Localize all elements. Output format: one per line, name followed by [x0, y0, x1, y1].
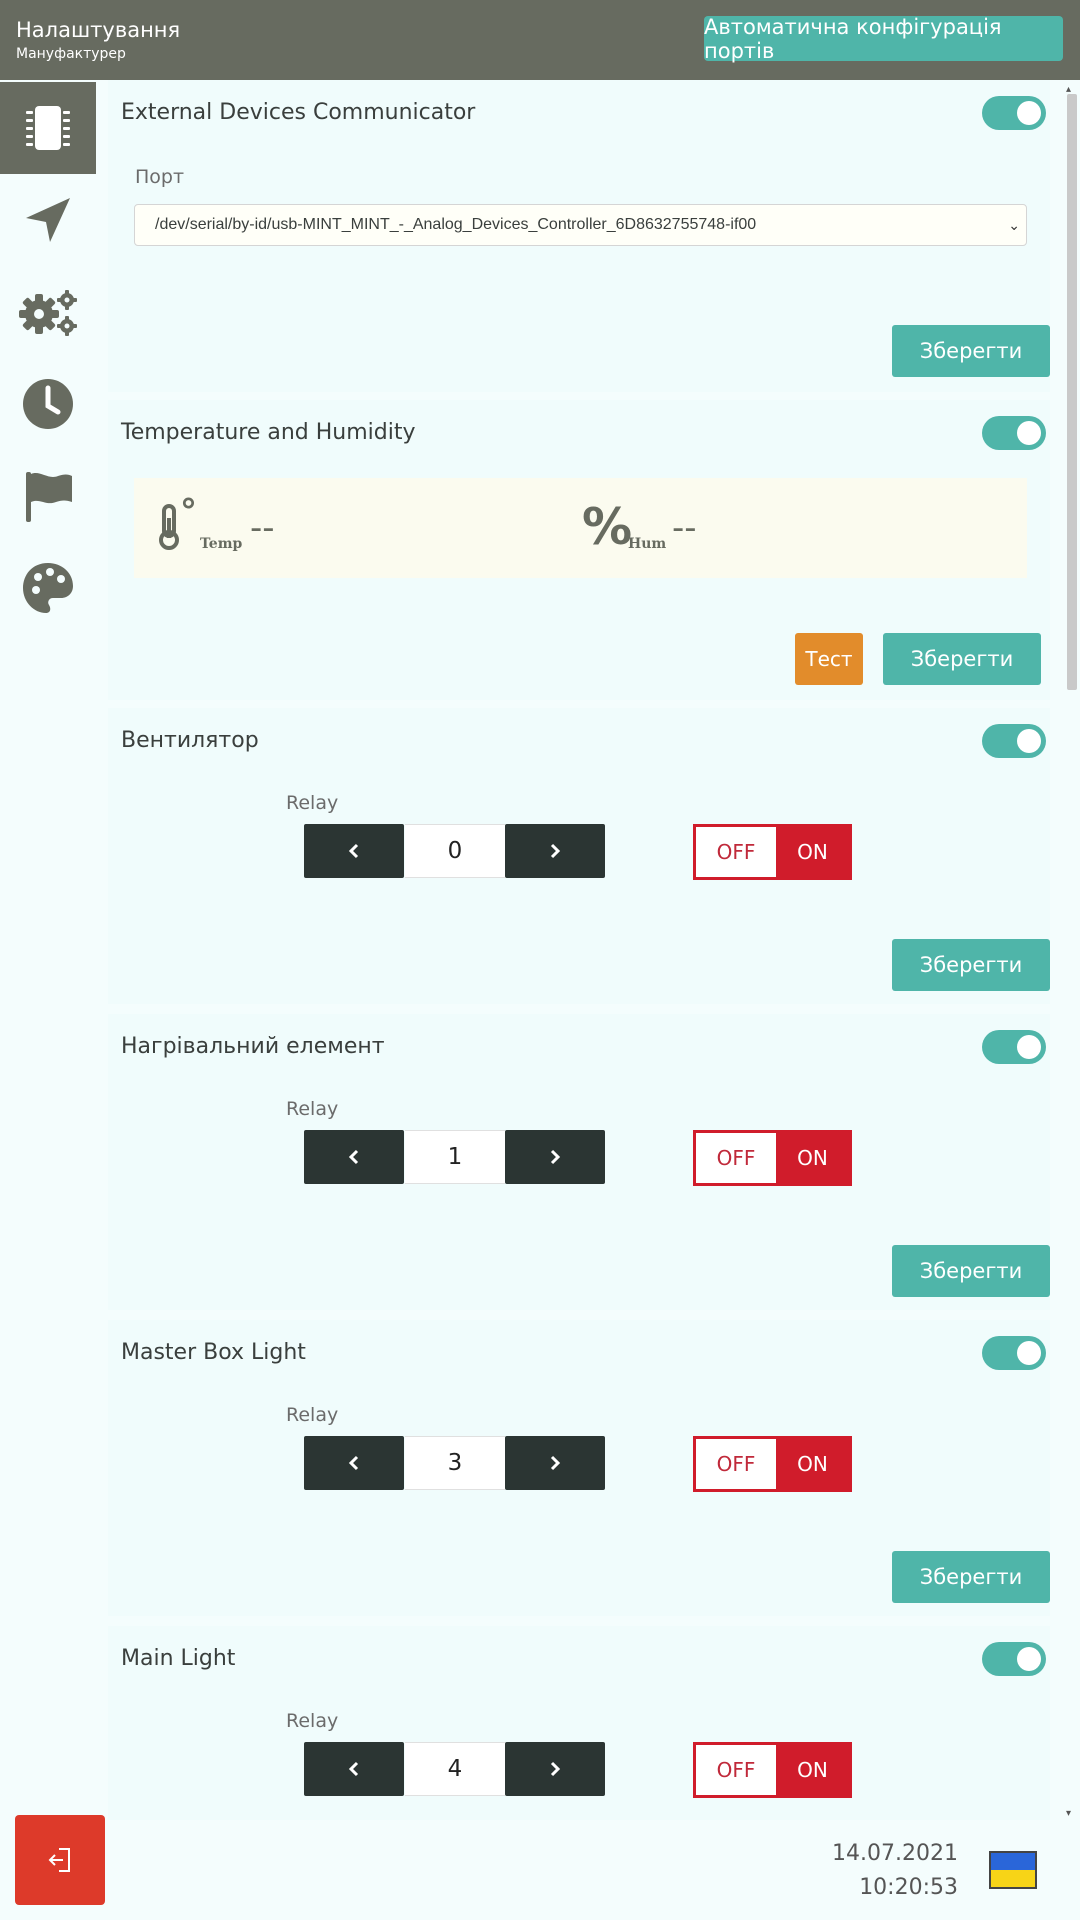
card-master-box-light: Master Box Light Relay 3 OFF ON Зберегти: [108, 1320, 1050, 1616]
current-date: 14.07.2021: [832, 1841, 958, 1866]
relay-state-switch[interactable]: OFF ON: [693, 1742, 852, 1798]
save-button[interactable]: Зберегти: [892, 1245, 1050, 1297]
temp-label: Temp: [200, 536, 243, 552]
card-title: Main Light: [121, 1646, 236, 1671]
navigation-arrow-icon: [26, 198, 70, 242]
relay-state-switch[interactable]: OFF ON: [693, 824, 852, 880]
palette-icon: [23, 563, 73, 613]
test-button[interactable]: Тест: [795, 633, 863, 685]
relay-label: Relay: [286, 792, 339, 814]
on-option[interactable]: ON: [776, 1439, 849, 1489]
off-option[interactable]: OFF: [696, 1439, 776, 1489]
card-external-devices: External Devices Communicator Порт /dev/…: [108, 80, 1050, 392]
ukraine-flag-icon[interactable]: [989, 1851, 1037, 1889]
relay-label: Relay: [286, 1404, 339, 1426]
logout-icon: [48, 1848, 70, 1872]
hum-value: --: [672, 508, 697, 548]
save-button[interactable]: Зберегти: [883, 633, 1041, 685]
sensor-readings: ° Temp -- % Hum --: [134, 478, 1027, 578]
relay-value[interactable]: 3: [405, 1436, 505, 1490]
card-main-light: Main Light Relay 4 OFF ON: [108, 1626, 1050, 1820]
on-option[interactable]: ON: [776, 827, 849, 877]
sidebar-item-theme[interactable]: [0, 542, 96, 634]
chip-icon: [26, 106, 70, 150]
relay-decrement-button[interactable]: [304, 1436, 404, 1490]
enable-toggle[interactable]: [982, 1642, 1046, 1676]
save-button[interactable]: Зберегти: [892, 325, 1050, 377]
chevron-left-icon: [348, 1761, 359, 1777]
card-title: Вентилятор: [121, 728, 259, 753]
port-select-value: /dev/serial/by-id/usb-MINT_MINT_-_Analog…: [155, 216, 757, 233]
card-heater: Нагрівальний елемент Relay 1 OFF ON Збер…: [108, 1014, 1050, 1310]
gears-icon: [19, 290, 77, 336]
relay-decrement-button[interactable]: [304, 824, 404, 878]
degree-symbol: °: [180, 492, 197, 532]
relay-increment-button[interactable]: [505, 824, 605, 878]
temp-value: --: [250, 508, 275, 548]
enable-toggle[interactable]: [982, 96, 1046, 130]
chevron-down-icon: ⌄: [1008, 217, 1020, 233]
app-header: Налаштування Мануфактурер Автоматична ко…: [0, 0, 1080, 80]
current-time: 10:20:53: [859, 1875, 958, 1900]
relay-value[interactable]: 0: [405, 824, 505, 878]
chevron-left-icon: [348, 1149, 359, 1165]
chevron-right-icon: [550, 1455, 561, 1471]
sidebar-item-schedule[interactable]: [0, 358, 96, 450]
content-scrollbar[interactable]: ▴ ▾: [1066, 84, 1077, 1820]
chevron-right-icon: [550, 1761, 561, 1777]
chevron-left-icon: [348, 843, 359, 859]
clock-icon: [23, 379, 73, 429]
chevron-right-icon: [550, 843, 561, 859]
thermometer-icon: [159, 504, 179, 550]
chevron-left-icon: [348, 1455, 359, 1471]
relay-decrement-button[interactable]: [304, 1742, 404, 1796]
sidebar-item-settings[interactable]: [0, 266, 96, 358]
relay-value[interactable]: 1: [405, 1130, 505, 1184]
on-option[interactable]: ON: [776, 1745, 849, 1795]
sidebar-item-navigation[interactable]: [0, 174, 96, 266]
auto-config-ports-button[interactable]: Автоматична конфігурація портів: [704, 15, 1063, 63]
flag-icon: [26, 472, 72, 522]
relay-increment-button[interactable]: [505, 1130, 605, 1184]
enable-toggle[interactable]: [982, 1336, 1046, 1370]
relay-value[interactable]: 4: [405, 1742, 505, 1796]
page-title: Налаштування: [16, 18, 181, 42]
relay-label: Relay: [286, 1098, 339, 1120]
settings-content: External Devices Communicator Порт /dev/…: [96, 80, 1054, 1820]
card-title: Master Box Light: [121, 1340, 306, 1365]
on-option[interactable]: ON: [776, 1133, 849, 1183]
scrollbar-thumb[interactable]: [1067, 94, 1077, 690]
card-fan: Вентилятор Relay 0 OFF ON Зберегти: [108, 708, 1050, 1004]
logout-button[interactable]: [15, 1815, 105, 1905]
card-title: Temperature and Humidity: [121, 420, 416, 445]
port-select[interactable]: /dev/serial/by-id/usb-MINT_MINT_-_Analog…: [134, 204, 1027, 246]
save-button[interactable]: Зберегти: [892, 939, 1050, 991]
hum-label: Hum: [628, 536, 667, 552]
sidebar: [0, 80, 96, 1820]
card-temperature-humidity: Temperature and Humidity ° Temp -- % Hum…: [108, 400, 1050, 700]
save-button[interactable]: Зберегти: [892, 1551, 1050, 1603]
off-option[interactable]: OFF: [696, 1133, 776, 1183]
page-subtitle: Мануфактурер: [16, 46, 126, 62]
port-label: Порт: [135, 166, 185, 188]
relay-increment-button[interactable]: [505, 1742, 605, 1796]
relay-label: Relay: [286, 1710, 339, 1732]
sidebar-item-devices[interactable]: [0, 82, 96, 174]
off-option[interactable]: OFF: [696, 827, 776, 877]
relay-state-switch[interactable]: OFF ON: [693, 1130, 852, 1186]
card-title: Нагрівальний елемент: [121, 1034, 385, 1059]
scroll-down-icon[interactable]: ▾: [1066, 1808, 1071, 1819]
enable-toggle[interactable]: [982, 1030, 1046, 1064]
enable-toggle[interactable]: [982, 416, 1046, 450]
relay-state-switch[interactable]: OFF ON: [693, 1436, 852, 1492]
enable-toggle[interactable]: [982, 724, 1046, 758]
relay-decrement-button[interactable]: [304, 1130, 404, 1184]
off-option[interactable]: OFF: [696, 1745, 776, 1795]
chevron-right-icon: [550, 1149, 561, 1165]
relay-increment-button[interactable]: [505, 1436, 605, 1490]
percent-symbol: %: [582, 498, 633, 556]
card-title: External Devices Communicator: [121, 100, 476, 125]
sidebar-item-flag[interactable]: [0, 450, 96, 542]
